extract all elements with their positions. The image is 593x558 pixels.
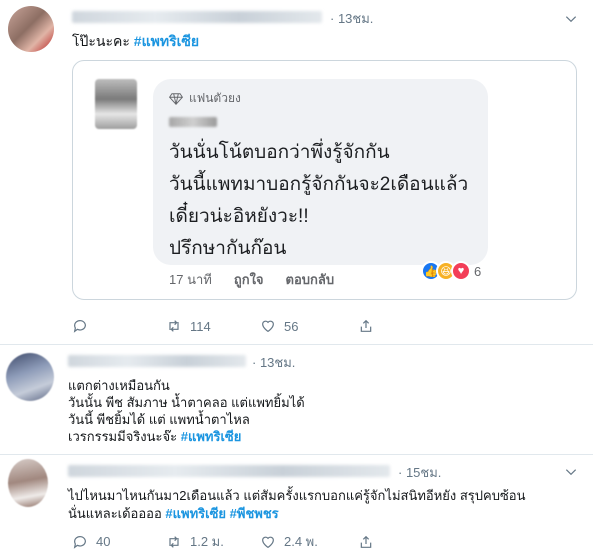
chevron-down-icon[interactable] xyxy=(564,12,578,26)
tweet-time[interactable]: · 13ชม. xyxy=(330,8,373,29)
tweet-text: ไปไหนมาไหนกันมา2เดือนแล้ว แต่สัมครั้งแรก… xyxy=(68,487,526,523)
tweet-time[interactable]: · 15ชม. xyxy=(398,462,441,483)
tweet-body: โป๊ะนะคะ xyxy=(72,33,130,49)
tweet-time-text: 13ชม. xyxy=(337,11,374,26)
reaction-count: 6 xyxy=(474,263,482,279)
username-blurred[interactable] xyxy=(68,355,246,367)
commenter-name-blurred xyxy=(169,117,217,127)
retweet-icon xyxy=(169,320,179,332)
reply-button[interactable] xyxy=(72,318,166,334)
tweet-1: · 13ชม. โป๊ะนะคะ #แพทริเซีย แฟนตัวยง วัน… xyxy=(0,0,593,345)
tweet-time[interactable]: · 13ชม. xyxy=(252,352,295,373)
hashtag-link[interactable]: #แพทริเซีย xyxy=(165,506,226,521)
comment-meta: 17 นาที ถูกใจ ตอบกลับ xyxy=(169,269,334,290)
retweet-icon xyxy=(169,535,179,548)
tweet-line-4: เวรกรรมมีจริงนะจ๊ะ #แพทริเซีย xyxy=(68,428,305,445)
comment-line-3: เดี๋ยวน่ะอิหยังวะ!! xyxy=(169,206,309,227)
comment-line-4: ปรึกษากันก๊อน xyxy=(169,238,287,259)
like-button[interactable]: 56 xyxy=(260,318,358,334)
comment-reply-link: ตอบกลับ xyxy=(285,272,335,287)
reply-button[interactable]: 40 xyxy=(72,534,166,550)
retweet-button[interactable]: 114 xyxy=(166,318,260,334)
hashtag-link[interactable]: #แพทริเซีย xyxy=(134,33,199,49)
heart-icon xyxy=(262,320,274,333)
like-button[interactable]: 2.4 พ. xyxy=(260,531,358,552)
hashtag-link[interactable]: #แพทริเซีย xyxy=(181,429,242,444)
commenter-avatar xyxy=(95,79,137,129)
comment-bubble: แฟนตัวยง วันนั่นโน้ตบอกว่าพึ่งรู้จักกัน … xyxy=(153,79,488,265)
tweet-text: โป๊ะนะคะ #แพทริเซีย xyxy=(72,32,199,50)
tweet-actions: 40 1.2 ม. 2.4 พ. xyxy=(72,531,374,552)
tweet-text: แตกต่างเหมือนกัน วันนั้น พีช สัมภาษ น้ำต… xyxy=(68,377,305,445)
hashtag-link-2[interactable]: #พีชพชร xyxy=(230,506,279,521)
tweet-time-text: 15ชม. xyxy=(405,465,442,480)
avatar[interactable] xyxy=(8,6,54,52)
comment-time: 17 นาที xyxy=(169,272,212,287)
tweet-time-text: 13ชม. xyxy=(259,355,296,370)
love-reaction-icon: ♥ xyxy=(451,261,471,281)
reply-icon xyxy=(73,535,86,549)
tweet-3: · 15ชม. ไปไหนมาไหนกันมา2เดือนแล้ว แต่สัม… xyxy=(0,455,593,558)
share-icon xyxy=(360,535,372,548)
diamond-icon xyxy=(169,92,183,105)
username-blurred[interactable] xyxy=(72,11,322,23)
badge-label: แฟนตัวยง xyxy=(189,91,241,105)
share-button[interactable] xyxy=(358,534,374,550)
retweet-count: 114 xyxy=(190,318,211,334)
retweet-count: 1.2 ม. xyxy=(190,534,224,549)
tweet-line-2-text: นั่นแหละเด้ออออ xyxy=(68,506,162,521)
tweet-line-1: แตกต่างเหมือนกัน xyxy=(68,378,170,393)
reactions: 👍 😆 ♥ 6 xyxy=(421,261,481,281)
share-icon xyxy=(360,319,372,332)
like-count: 56 xyxy=(284,318,299,334)
like-count: 2.4 พ. xyxy=(284,534,318,549)
chevron-down-icon[interactable] xyxy=(564,465,578,479)
comment-line-1: วันนั่นโน้ตบอกว่าพึ่งรู้จักกัน xyxy=(169,142,390,163)
comment-line-2: วันนี้แพทมาบอกรู้จักกันจะ2เดือนแล้ว xyxy=(169,174,469,195)
username-blurred[interactable] xyxy=(68,465,390,477)
share-button[interactable] xyxy=(358,318,374,334)
tweet-line-2: วันนั้น พีช สัมภาษ น้ำตาคลอ แต่แพทยิ้มได… xyxy=(68,395,305,410)
tweet-actions: 114 56 xyxy=(72,318,374,334)
avatar[interactable] xyxy=(8,459,48,507)
tweet-2: · 13ชม. แตกต่างเหมือนกัน วันนั้น พีช สัม… xyxy=(0,345,593,455)
top-fan-badge: แฟนตัวยง xyxy=(169,89,241,108)
retweet-button[interactable]: 1.2 ม. xyxy=(166,531,260,552)
heart-icon xyxy=(262,536,274,548)
reply-icon xyxy=(73,320,86,333)
embedded-image-card[interactable]: แฟนตัวยง วันนั่นโน้ตบอกว่าพึ่งรู้จักกัน … xyxy=(72,60,577,300)
tweet-line-1: ไปไหนมาไหนกันมา2เดือนแล้ว แต่สัมครั้งแรก… xyxy=(68,488,526,503)
tweet-line-2: นั่นแหละเด้ออออ #แพทริเซีย #พีชพชร xyxy=(68,505,526,523)
comment-like-link: ถูกใจ xyxy=(233,272,264,287)
avatar[interactable] xyxy=(6,353,54,401)
tweet-line-4-text: เวรกรรมมีจริงนะจ๊ะ xyxy=(68,429,178,444)
tweet-line-3: วันนี้ พีชยิ้มได้ แต่ แพทน้ำตาไหล xyxy=(68,412,250,427)
reply-count: 40 xyxy=(96,534,111,549)
